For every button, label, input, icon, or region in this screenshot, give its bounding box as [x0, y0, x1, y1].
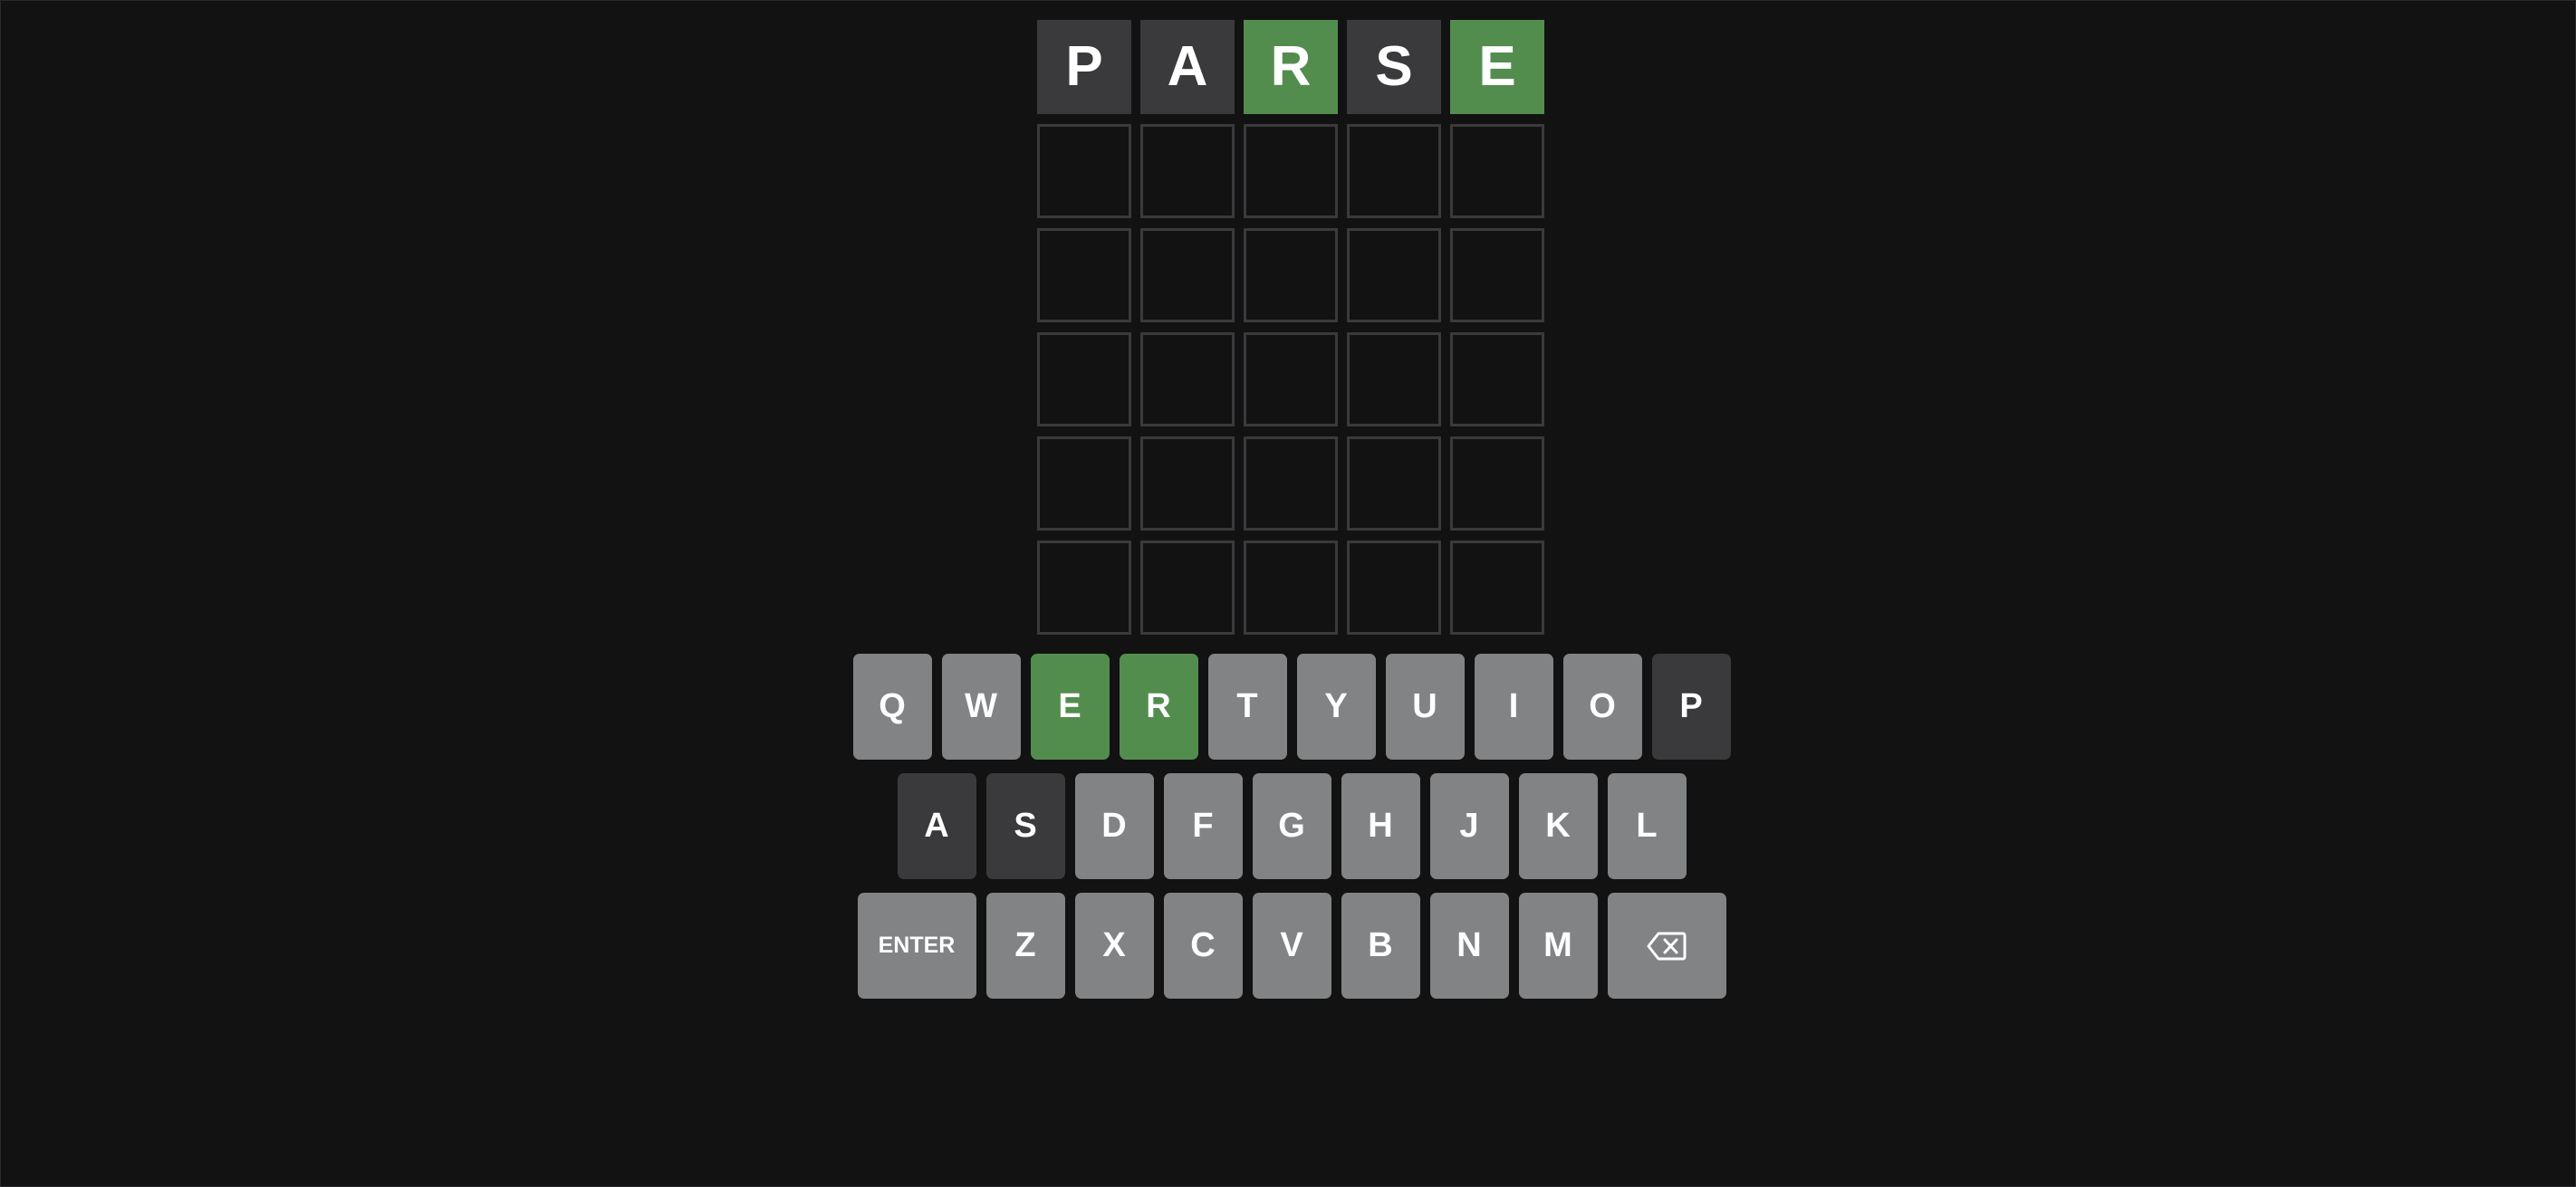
board-tile — [1450, 228, 1544, 322]
key-b[interactable]: B — [1341, 893, 1420, 999]
board-tile — [1244, 124, 1338, 218]
key-m[interactable]: M — [1518, 893, 1598, 999]
board-tile — [1347, 541, 1441, 635]
key-w[interactable]: W — [941, 654, 1021, 760]
key-g[interactable]: G — [1252, 773, 1331, 879]
key-l[interactable]: L — [1607, 773, 1687, 879]
board-tile — [1140, 124, 1235, 218]
board-tile — [1347, 332, 1441, 426]
key-f[interactable]: F — [1163, 773, 1243, 879]
key-n[interactable]: N — [1429, 893, 1509, 999]
board-tile: S — [1347, 20, 1441, 114]
app-frame: PARSE Q W E R T Y U I O P A S D F G H J K L ENTER Z X C V B N M — [0, 0, 2576, 1187]
board-tile — [1450, 332, 1544, 426]
board-tile — [1140, 436, 1235, 531]
board-tile: P — [1037, 20, 1131, 114]
key-q[interactable]: Q — [852, 654, 932, 760]
key-p[interactable]: P — [1651, 654, 1731, 760]
key-c[interactable]: C — [1163, 893, 1243, 999]
board-tile — [1450, 541, 1544, 635]
board-tile — [1244, 541, 1338, 635]
keyboard-row: ENTER Z X C V B N M — [852, 893, 1731, 999]
backspace-icon — [1647, 932, 1687, 960]
board-tile — [1244, 332, 1338, 426]
board-tile: R — [1244, 20, 1338, 114]
key-k[interactable]: K — [1518, 773, 1598, 879]
board-tile — [1450, 124, 1544, 218]
board-tile — [1140, 541, 1235, 635]
key-o[interactable]: O — [1562, 654, 1642, 760]
board-tile: A — [1140, 20, 1235, 114]
board-tile — [1347, 228, 1441, 322]
board-tile — [1140, 332, 1235, 426]
key-j[interactable]: J — [1429, 773, 1509, 879]
backspace-key[interactable] — [1607, 893, 1726, 999]
key-v[interactable]: V — [1252, 893, 1331, 999]
key-s[interactable]: S — [985, 773, 1065, 879]
board-tile: E — [1450, 20, 1544, 114]
board-tile — [1347, 436, 1441, 531]
key-t[interactable]: T — [1207, 654, 1287, 760]
key-d[interactable]: D — [1074, 773, 1154, 879]
board-tile — [1244, 436, 1338, 531]
game-board: PARSE — [1037, 20, 1545, 635]
on-screen-keyboard: Q W E R T Y U I O P A S D F G H J K L ENTER Z X C V B N M — [852, 654, 1731, 1012]
key-u[interactable]: U — [1385, 654, 1465, 760]
board-tile — [1037, 124, 1131, 218]
key-r[interactable]: R — [1119, 654, 1198, 760]
board-tile — [1244, 228, 1338, 322]
board-tile — [1450, 436, 1544, 531]
board-tile — [1037, 541, 1131, 635]
board-tile — [1037, 228, 1131, 322]
board-tile — [1037, 436, 1131, 531]
key-h[interactable]: H — [1341, 773, 1420, 879]
board-tile — [1347, 124, 1441, 218]
key-e[interactable]: E — [1030, 654, 1110, 760]
keyboard-row: ASDFGHJKL — [852, 773, 1731, 879]
board-tile — [1037, 332, 1131, 426]
board-tile — [1140, 228, 1235, 322]
enter-key[interactable]: ENTER — [857, 893, 976, 999]
key-z[interactable]: Z — [985, 893, 1065, 999]
key-i[interactable]: I — [1474, 654, 1553, 760]
keyboard-row: QWERTYUIOP — [852, 654, 1731, 760]
key-a[interactable]: A — [897, 773, 976, 879]
key-x[interactable]: X — [1074, 893, 1154, 999]
key-y[interactable]: Y — [1296, 654, 1376, 760]
